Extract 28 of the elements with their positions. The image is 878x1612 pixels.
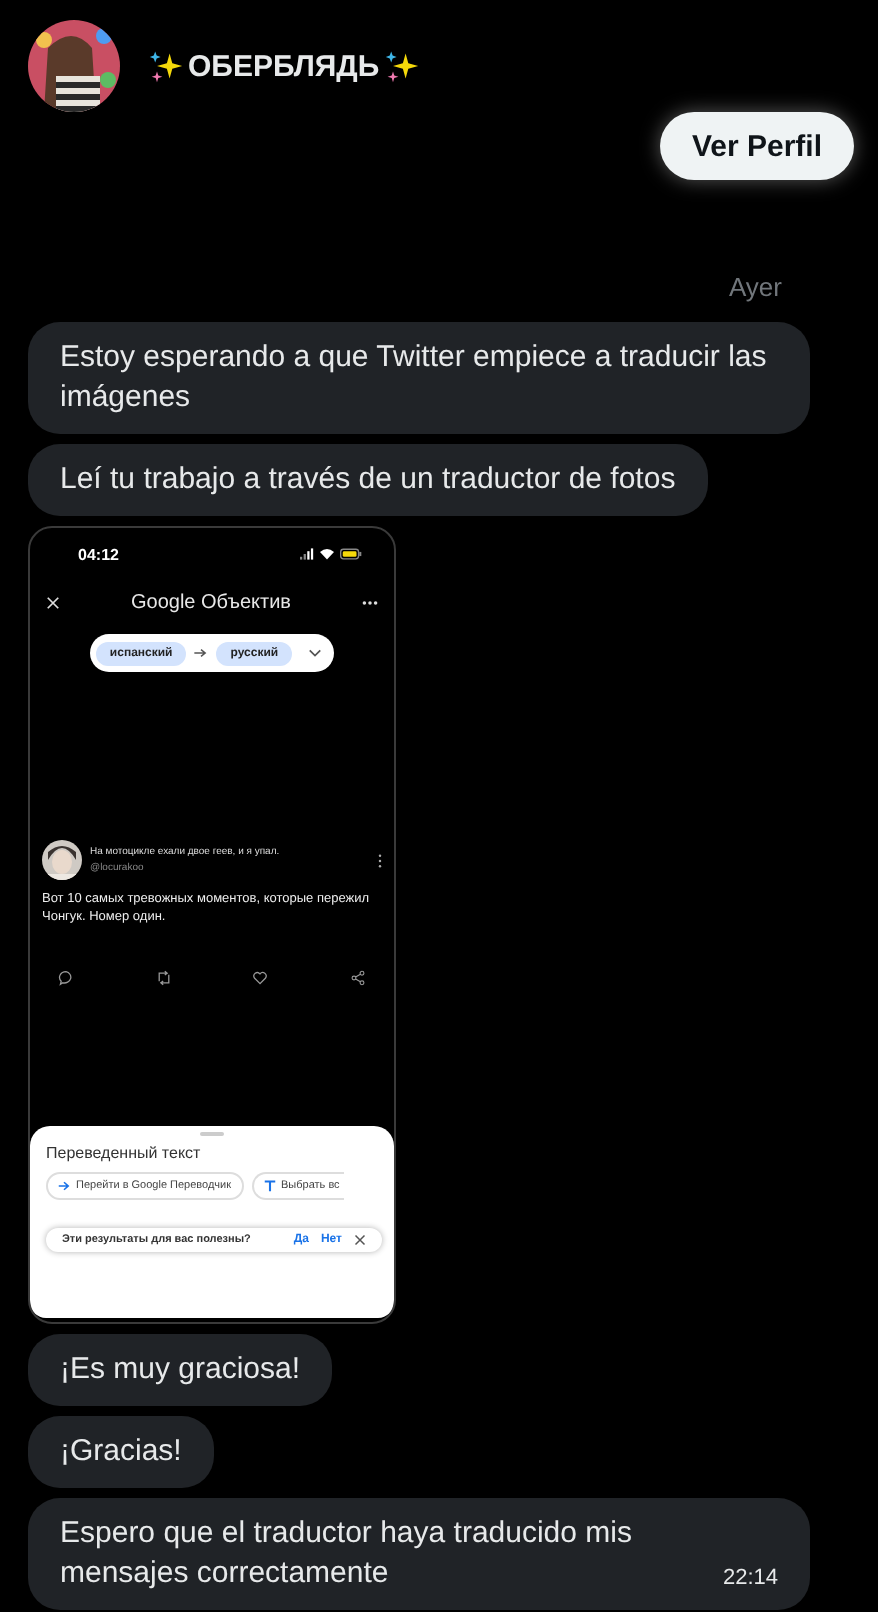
share-icon[interactable] (349, 970, 366, 986)
signal-icon (300, 548, 314, 560)
date-separator: Ayer (729, 272, 782, 302)
view-profile-button[interactable]: Ver Perfil (659, 112, 854, 180)
comment-icon[interactable] (58, 970, 74, 986)
app-title: Google Объектив (131, 591, 291, 613)
status-time: 04:12 (78, 545, 119, 563)
wifi-icon (320, 548, 334, 560)
chevron-icon[interactable] (308, 648, 323, 658)
sparkle-icon (148, 48, 184, 84)
message-text: ¡Es muy graciosa! (60, 1352, 301, 1386)
arrow-icon (194, 648, 209, 658)
close-icon[interactable] (354, 1234, 366, 1246)
repost-icon[interactable] (155, 970, 172, 986)
battery-icon (340, 548, 362, 560)
heart-icon[interactable] (252, 970, 269, 986)
message-text: ¡Gracias! (60, 1434, 182, 1468)
arrow-icon (58, 1180, 70, 1192)
message-text: Leí tu trabajo a través de un traductor de fotos (60, 462, 676, 496)
contact-name: ОБЕРБЛЯДЬ (188, 49, 380, 83)
message-text: Estoy esperando a que Twitter empiece a traducir las imágenes (60, 340, 767, 414)
sparkle-icon (383, 48, 420, 84)
more-icon[interactable] (361, 599, 378, 605)
screenshot-frame[interactable] (28, 526, 396, 1324)
sheet-title: Переведенный текст (46, 1144, 203, 1162)
message-time: 22:14 (722, 1564, 778, 1594)
text-icon (263, 1180, 276, 1192)
message-text: Espero que el traductor haya traducido mis mensajes correctamente (60, 1514, 634, 1594)
